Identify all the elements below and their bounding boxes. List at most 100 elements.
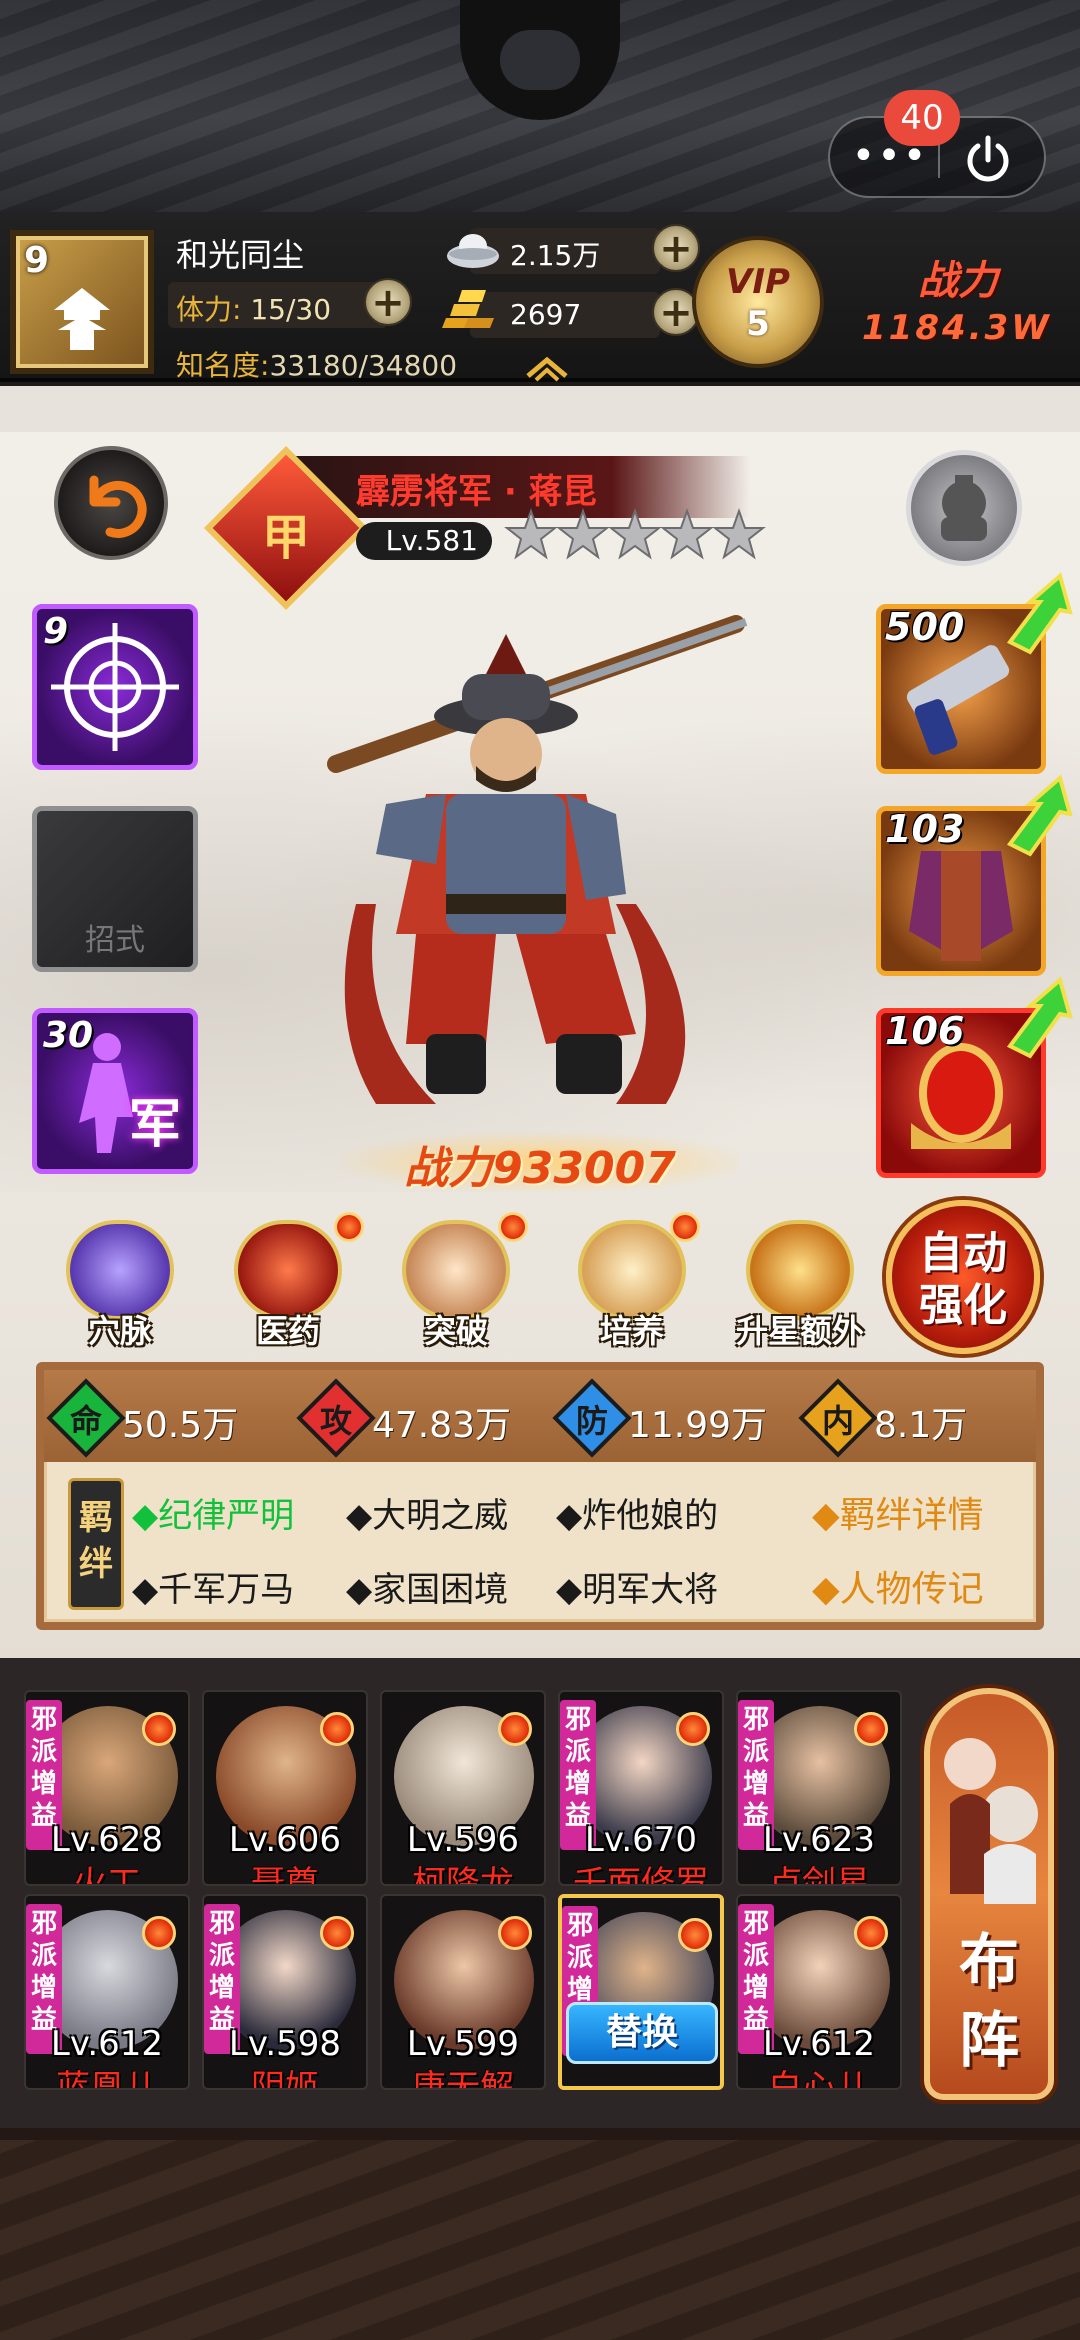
notification-dot — [670, 1212, 700, 1242]
skill-slot-army[interactable]: 30 军 — [32, 1008, 198, 1174]
lineup-slot[interactable]: 邪派增益 Lv.612 白心儿 — [736, 1894, 902, 2090]
evil-buff-label: 邪派增益 — [742, 1909, 769, 2035]
player-bar: 9 和光同尘 体力: 15/30 + 知名度:33180/34800 2.15万… — [0, 212, 1080, 382]
formation-button[interactable]: 布阵 — [924, 1688, 1054, 2100]
skill-level: 9 — [43, 611, 69, 652]
expand-chevron-icon[interactable] — [522, 352, 572, 382]
lineup-slot-current[interactable]: 邪派增益 替换 — [558, 1894, 724, 2090]
lineup-slot[interactable]: 邪派增益 Lv.612 蓝凰儿 — [24, 1894, 190, 2090]
lineup-slot[interactable]: 邪派增益 Lv.670 千面修罗 — [558, 1690, 724, 1886]
skill-slot-label: 招式 — [85, 923, 145, 958]
func-button-star-extra[interactable]: 升星额外 — [736, 1220, 864, 1350]
notification-dot — [498, 1212, 528, 1242]
formation-line2: 阵 — [959, 2006, 1019, 2076]
notification-dot — [142, 1712, 176, 1746]
stat-value: 8.1万 — [874, 1405, 968, 1446]
gold-bars-icon — [442, 290, 494, 328]
lineup-level: Lv.598 — [228, 2024, 342, 2064]
lineup-slot[interactable]: 邪派增益 Lv.598 阴姬 — [202, 1894, 368, 2090]
hero-title: 霹雳将军 · 蒋昆 — [356, 472, 597, 512]
evil-buff-label: 邪派增益 — [742, 1705, 769, 1831]
divider-band — [0, 386, 1080, 432]
replace-button[interactable]: 替换 — [566, 2002, 718, 2064]
skill-slot-crosshair[interactable]: 9 — [32, 604, 198, 770]
star-rating — [504, 508, 766, 564]
bond-item: ◆大明之威 — [346, 1496, 509, 1536]
lineup-slot[interactable]: Lv.606 聂尊 — [202, 1690, 368, 1886]
lineup-level: Lv.670 — [584, 1820, 698, 1860]
lineup-name: 卢剑星 — [768, 1864, 870, 1886]
func-label: 培养 — [599, 1312, 664, 1350]
scholar-icon — [402, 1220, 510, 1320]
equipment-level: 103 — [885, 807, 965, 851]
army-label: 军 — [128, 1095, 181, 1155]
notification-dot — [498, 1712, 532, 1746]
back-button[interactable] — [54, 446, 168, 560]
fame-text: 知名度:33180/34800 — [176, 344, 457, 384]
pagoda-icon — [54, 288, 110, 350]
equipment-level: 106 — [885, 1009, 965, 1053]
add-silver-button[interactable]: + — [652, 224, 700, 272]
stat-icon-label: 攻 — [319, 1402, 352, 1440]
func-button-train[interactable]: 培养 — [570, 1220, 694, 1350]
notification-dot — [320, 1916, 354, 1950]
evil-buff-label: 邪派增益 — [564, 1705, 591, 1831]
stats-panel: 命 50.5万 攻 47.83万 防 11.99万 内 8.1万 羁绊 ◆纪律严… — [36, 1362, 1044, 1630]
bond-item: ◆纪律严明 — [132, 1496, 295, 1536]
hero-switch-button[interactable] — [906, 450, 1022, 566]
fame-label: 知名度: — [176, 349, 270, 382]
lineup-name: 阴姬 — [251, 2068, 319, 2090]
lineup-level: Lv.612 — [762, 2024, 876, 2064]
stat-icon-label: 内 — [821, 1402, 854, 1440]
formation-line1: 布 — [959, 1928, 1019, 1998]
func-label: 穴脉 — [87, 1312, 152, 1350]
hero-power: 战力933007 — [340, 1132, 740, 1196]
notification-dot — [678, 1918, 712, 1952]
add-stamina-button[interactable]: + — [364, 278, 412, 326]
hero-level: Lv.581 — [356, 522, 492, 560]
bond-item: ◆明军大将 — [556, 1570, 719, 1610]
stamina-value: 15/30 — [250, 293, 332, 326]
func-button-meridian[interactable]: 穴脉 — [58, 1220, 182, 1350]
evil-buff-label: 邪派增益 — [30, 1909, 57, 2035]
gold-treasure-icon — [746, 1220, 854, 1320]
lineup-slot[interactable]: Lv.599 唐无解 — [380, 1894, 546, 2090]
biography-link[interactable]: ◆人物传记 — [812, 1560, 984, 1612]
gold-amount: 2697 — [510, 298, 582, 331]
auto-strengthen-button[interactable]: 自动 强化 — [886, 1200, 1040, 1354]
lineup-slot[interactable]: Lv.596 柯降龙 — [380, 1690, 546, 1886]
upgrade-arrow-icon — [1006, 976, 1073, 1059]
stamina-label: 体力: — [176, 293, 242, 326]
stat-value: 11.99万 — [628, 1405, 768, 1446]
notification-dot — [142, 1916, 176, 1950]
stat-value: 47.83万 — [372, 1405, 512, 1446]
auto-line1: 自动 — [919, 1228, 1007, 1279]
lineup-slot[interactable]: 邪派增益 Lv.628 火工 — [24, 1690, 190, 1886]
bond-detail-link[interactable]: ◆羁绊详情 — [812, 1486, 984, 1538]
scroll-icon — [578, 1220, 686, 1320]
bond-item: ◆炸他娘的 — [556, 1496, 719, 1536]
star-icon — [660, 508, 714, 560]
notification-dot — [854, 1712, 888, 1746]
skill-level: 30 — [43, 1015, 94, 1056]
power-icon[interactable] — [960, 132, 1016, 188]
silver-ingot-icon — [447, 234, 499, 268]
player-avatar[interactable]: 9 — [10, 230, 154, 374]
bond-seal-line1: 羁 — [79, 1498, 113, 1538]
vip-badge[interactable]: VIP 5 — [692, 236, 824, 368]
func-button-breakthrough[interactable]: 突破 — [394, 1220, 518, 1350]
stat-icon-label: 防 — [575, 1402, 608, 1440]
func-button-medicine[interactable]: 医药 — [226, 1220, 350, 1350]
lineup-name: 火工 — [73, 1864, 141, 1886]
star-icon — [504, 508, 558, 560]
lineup-level: Lv.596 — [406, 1820, 520, 1860]
vip-level: 5 — [746, 304, 770, 344]
grade-label: 甲 — [261, 510, 310, 566]
lineup-slot[interactable]: 邪派增益 Lv.623 卢剑星 — [736, 1690, 902, 1886]
skill-slot-empty[interactable]: 招式 — [32, 806, 198, 972]
lineup-name: 聂尊 — [251, 1864, 319, 1886]
stamina-text: 体力: 15/30 — [176, 288, 331, 328]
upgrade-arrow-icon — [1006, 774, 1073, 857]
bond-item: ◆家国困境 — [346, 1570, 509, 1610]
notification-dot — [854, 1916, 888, 1950]
